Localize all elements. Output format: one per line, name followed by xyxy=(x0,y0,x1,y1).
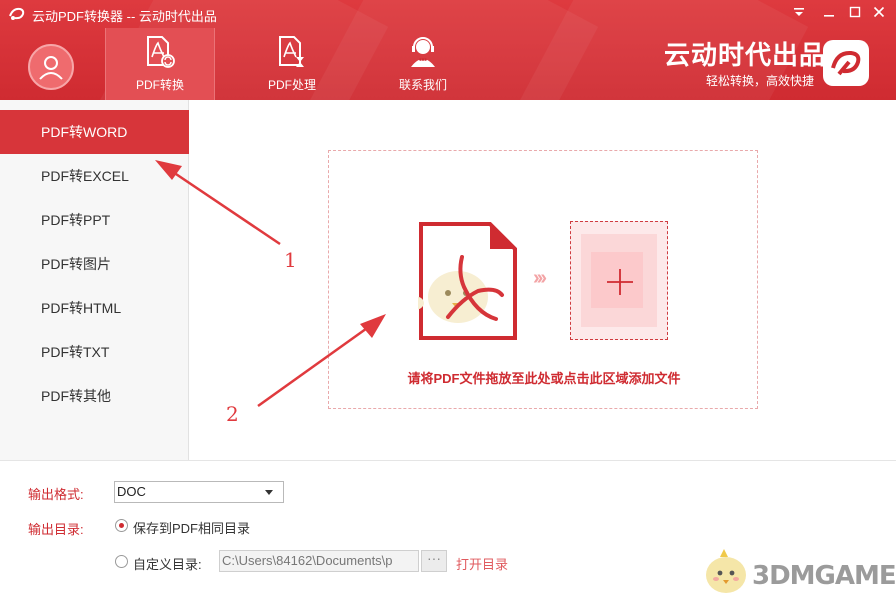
sidebar: PDF转WORD PDF转EXCEL PDF转PPT PDF转图片 PDF转HT… xyxy=(0,100,189,460)
sidebar-item-pdf-to-ppt[interactable]: PDF转PPT xyxy=(0,198,189,242)
app-logo-icon xyxy=(9,7,25,20)
chevron-down-icon xyxy=(265,490,273,495)
brand-logo-icon xyxy=(831,50,861,76)
menu-caret-icon xyxy=(794,8,804,16)
tab-contact-us[interactable]: 联系我们 xyxy=(368,28,478,100)
mascot-logo-icon xyxy=(706,549,746,593)
open-directory-link[interactable]: 打开目录 xyxy=(456,554,508,573)
sidebar-item-pdf-to-excel[interactable]: PDF转EXCEL xyxy=(0,154,189,198)
menu-dropdown-button[interactable] xyxy=(788,2,810,22)
output-format-value: DOC xyxy=(117,484,146,499)
title-bar[interactable]: 云动PDF转换器 -- 云动时代出品 xyxy=(0,0,896,28)
user-icon xyxy=(39,56,63,80)
pdf-convert-icon xyxy=(147,36,175,68)
close-button[interactable] xyxy=(868,2,890,22)
same-dir-label[interactable]: 保存到PDF相同目录 xyxy=(133,518,250,537)
maximize-icon xyxy=(849,6,861,18)
custom-dir-radio[interactable] xyxy=(115,555,128,568)
watermark-text: 3DMGAME xyxy=(752,561,896,591)
pdf-file-icon xyxy=(418,222,517,340)
plus-icon xyxy=(607,269,633,295)
tab-label: 联系我们 xyxy=(398,78,447,92)
annotation-number-1: 1 xyxy=(284,248,297,272)
brand-name: 云动时代出品 xyxy=(664,40,827,70)
file-drop-zone[interactable]: ››› 请将PDF文件拖放至此处或点击此区域添加文件 xyxy=(328,150,758,409)
annotation-number-2: 2 xyxy=(226,402,239,426)
app-header: 云动PDF转换器 -- 云动时代出品 PDF转换 PDF处理 联系我们 云动时代… xyxy=(0,0,896,100)
pdf-process-icon xyxy=(279,36,304,67)
sidebar-item-pdf-to-html[interactable]: PDF转HTML xyxy=(0,286,189,330)
custom-dir-input[interactable]: C:\Users\84162\Documents\p xyxy=(219,550,419,572)
maximize-button[interactable] xyxy=(844,2,866,22)
sidebar-item-pdf-to-txt[interactable]: PDF转TXT xyxy=(0,330,189,374)
window-title: 云动PDF转换器 -- 云动时代出品 xyxy=(32,9,217,24)
close-icon xyxy=(873,6,885,18)
minimize-button[interactable] xyxy=(818,2,840,22)
custom-dir-label[interactable]: 自定义目录: xyxy=(133,554,202,573)
minimize-icon xyxy=(824,15,834,17)
output-format-select[interactable]: DOC xyxy=(114,481,284,503)
user-avatar[interactable] xyxy=(28,44,74,90)
tab-pdf-process[interactable]: PDF处理 xyxy=(237,28,347,100)
tab-label: PDF转换 xyxy=(135,78,184,92)
sidebar-item-pdf-to-other[interactable]: PDF转其他 xyxy=(0,374,189,418)
same-dir-radio[interactable] xyxy=(115,519,128,532)
brand-slogan: 轻松转换，高效快捷 xyxy=(705,74,814,88)
add-file-button[interactable] xyxy=(570,221,668,340)
sidebar-item-pdf-to-image[interactable]: PDF转图片 xyxy=(0,242,189,286)
sidebar-item-pdf-to-word[interactable]: PDF转WORD xyxy=(0,110,189,154)
site-watermark: 3DMGAME xyxy=(700,545,896,597)
brand-block: 云动时代出品 轻松转换，高效快捷 xyxy=(664,40,827,89)
brand-logo xyxy=(823,40,869,86)
tab-label: PDF处理 xyxy=(267,78,316,92)
drop-instruction: 请将PDF文件拖放至此处或点击此区域添加文件 xyxy=(407,371,681,386)
output-dir-label: 输出目录: xyxy=(28,522,84,537)
support-agent-icon xyxy=(411,37,435,67)
browse-button[interactable]: ··· xyxy=(421,550,447,572)
arrow-chevrons-icon: ››› xyxy=(533,267,547,289)
tab-pdf-convert[interactable]: PDF转换 xyxy=(105,28,215,100)
output-format-label: 输出格式: xyxy=(28,487,84,502)
